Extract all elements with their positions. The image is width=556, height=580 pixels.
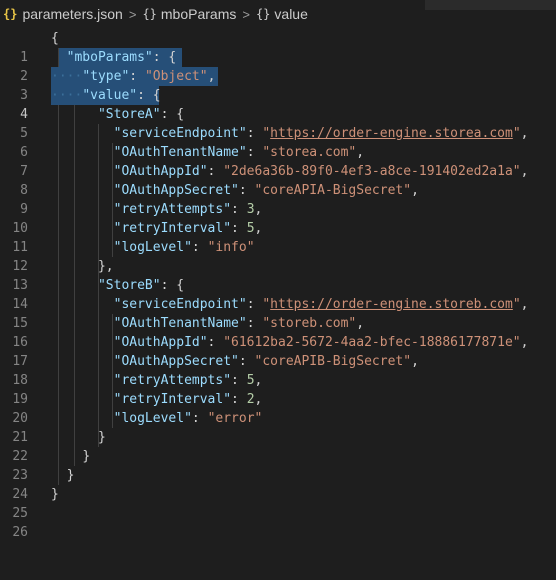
json-key: "StoreA"	[97, 107, 161, 122]
json-number: 3	[246, 202, 255, 217]
json-string: "	[262, 126, 271, 141]
chevron-right-icon: >	[242, 7, 250, 22]
code-line: 19 "retryAttempts": 5,	[0, 371, 556, 407]
horizontal-scrollbar[interactable]	[425, 0, 556, 10]
code-line: 14 "StoreB": {	[0, 276, 556, 312]
code-line: 15 "serviceEndpoint": "https://order-eng…	[0, 295, 556, 331]
code-line: 11 "retryInterval": 5,	[0, 219, 556, 255]
whitespace-marker: ····	[51, 69, 83, 84]
json-string: "coreAPIB-BigSecret"	[254, 354, 412, 369]
json-key: "OAuthTenantName"	[113, 145, 247, 160]
code-line: 8 "OAuthAppId": "2de6a36b-89f0-4ef3-a8ce…	[0, 162, 556, 198]
json-string: "	[512, 126, 521, 141]
json-string: "error"	[207, 411, 263, 426]
breadcrumb-file[interactable]: {} parameters.json	[3, 0, 123, 29]
json-key: "OAuthAppSecret"	[113, 183, 239, 198]
token: }	[82, 449, 91, 464]
json-string: "coreAPIA-BigSecret"	[254, 183, 412, 198]
code-line: 20 "retryInterval": 2,	[0, 390, 556, 426]
code-line: 3 ····"type": "Object",	[0, 67, 556, 103]
json-number: 5	[246, 373, 255, 388]
breadcrumb-item-label: mboParams	[160, 6, 237, 22]
whitespace-marker: ····	[51, 88, 83, 103]
json-number: 2	[246, 392, 255, 407]
token: ,	[207, 69, 216, 84]
code-line: 25 }	[0, 485, 556, 521]
json-string: "	[262, 297, 271, 312]
code-line: 10 "retryAttempts": 3,	[0, 200, 556, 236]
json-key: "retryAttempts"	[113, 202, 232, 217]
json-key: "StoreB"	[97, 278, 161, 293]
code-editor[interactable]: 1 { 2 "mboParams": { 3 ····"type": "Obje…	[0, 29, 556, 540]
code-line: 23 }	[0, 447, 556, 483]
object-icon: {}	[142, 7, 157, 21]
json-key: "logLevel"	[113, 411, 192, 426]
code-line: 21 "logLevel": "error"	[0, 409, 556, 445]
token: : {	[137, 88, 161, 103]
json-key: "retryAttempts"	[113, 373, 232, 388]
json-key: "mboParams"	[66, 50, 153, 65]
json-key: "OAuthTenantName"	[113, 316, 247, 331]
code-line: 1 {	[0, 29, 556, 65]
code-line: 17 "OAuthAppId": "61612ba2-5672-4aa2-bfe…	[0, 333, 556, 369]
breadcrumb: {} parameters.json > {} mboParams > {} v…	[0, 0, 556, 29]
code-line: 6 "serviceEndpoint": "https://order-engi…	[0, 124, 556, 160]
breadcrumb-file-name: parameters.json	[22, 6, 123, 22]
code-line: 4 ····"value": {	[0, 86, 556, 122]
code-line: 12 "logLevel": "info"	[0, 238, 556, 274]
code-line: 7 "OAuthTenantName": "storea.com",	[0, 143, 556, 179]
code-line: 5 "StoreA": {	[0, 105, 556, 141]
breadcrumb-item-label: value	[274, 6, 308, 22]
json-key: "retryInterval"	[113, 392, 232, 407]
breadcrumb-item-value[interactable]: {} value	[256, 0, 308, 29]
code-line: 24 }	[0, 466, 556, 502]
json-file-icon: {}	[3, 7, 18, 21]
chevron-right-icon: >	[128, 7, 137, 22]
code-line: 9 "OAuthAppSecret": "coreAPIA-BigSecret"…	[0, 181, 556, 217]
json-key: "OAuthAppSecret"	[113, 354, 239, 369]
json-key: "serviceEndpoint"	[113, 126, 247, 141]
token: }	[97, 430, 106, 445]
json-key: "retryInterval"	[113, 221, 232, 236]
json-string: "2de6a36b-89f0-4ef3-a8ce-191402ed2a1a"	[223, 164, 521, 179]
json-string: "storeb.com"	[262, 316, 357, 331]
json-key: "type"	[82, 69, 130, 84]
code-line: 16 "OAuthTenantName": "storeb.com",	[0, 314, 556, 350]
token: : {	[160, 278, 185, 293]
code-line: 18 "OAuthAppSecret": "coreAPIB-BigSecret…	[0, 352, 556, 388]
json-number: 5	[246, 221, 255, 236]
service-endpoint-link[interactable]: https://order-engine.storea.com	[270, 126, 513, 141]
json-key: "OAuthAppId"	[113, 335, 208, 350]
json-string: "info"	[207, 240, 255, 255]
json-string: "Object"	[144, 69, 208, 84]
code-line: 26	[0, 504, 556, 540]
json-string: "	[512, 297, 521, 312]
json-key: "logLevel"	[113, 240, 192, 255]
json-string: "61612ba2-5672-4aa2-bfec-18886177871e"	[223, 335, 521, 350]
token: : {	[160, 107, 185, 122]
json-key: "OAuthAppId"	[113, 164, 208, 179]
breadcrumb-item-mboparams[interactable]: {} mboParams	[142, 0, 236, 29]
token: : {	[152, 50, 177, 65]
code-line: 2 "mboParams": {	[0, 48, 556, 84]
token: }	[51, 487, 59, 502]
token: :	[129, 69, 145, 84]
token: {	[51, 31, 59, 46]
token: },	[97, 259, 114, 274]
code-line: 13 },	[0, 257, 556, 293]
service-endpoint-link[interactable]: https://order-engine.storeb.com	[270, 297, 513, 312]
line-number: 26	[12, 525, 28, 540]
json-key: "value"	[82, 88, 138, 103]
code-line: 22 }	[0, 428, 556, 464]
token: }	[66, 468, 75, 483]
json-key: "serviceEndpoint"	[113, 297, 247, 312]
json-string: "storea.com"	[262, 145, 357, 160]
object-icon: {}	[255, 7, 271, 21]
